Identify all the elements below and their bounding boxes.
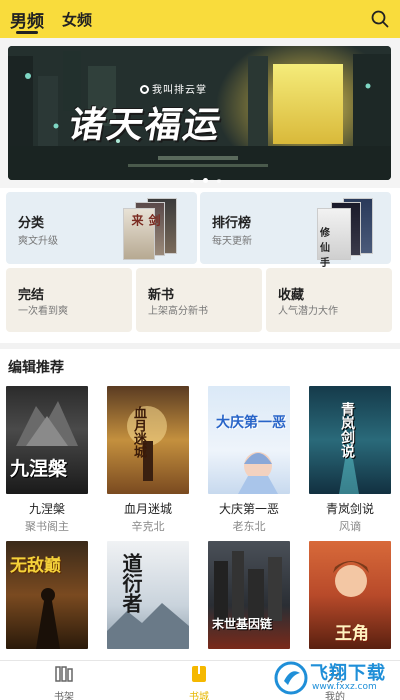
book-cover: 道衍者 [107, 541, 189, 649]
category-card-new-books[interactable]: 新书 上架高分新书 [136, 268, 262, 332]
card-title: 收藏 [278, 288, 305, 303]
book-author: 聚书阁主 [25, 520, 69, 533]
book-title: 血月迷城 [123, 502, 172, 516]
card-title: 完结 [18, 288, 45, 303]
nav-label: 书城 [189, 692, 209, 700]
card-title: 分类 [18, 216, 45, 231]
tab-male[interactable]: 男频 [10, 7, 44, 32]
category-card-favorites[interactable]: 收藏 人气潜力大作 [266, 268, 392, 332]
carousel-dot [190, 179, 194, 183]
card-subtitle: 爽文升级 [18, 236, 58, 247]
book-cover: 青岚剑说 [309, 386, 391, 494]
search-icon[interactable] [370, 9, 390, 29]
category-card-completed[interactable]: 完结 一次看到爽 [6, 268, 132, 332]
site-watermark: 飞翔下载 www.fxxz.com [272, 655, 400, 700]
category-card-classify[interactable]: 分类 爽文升级 剑来 [6, 192, 197, 264]
section-title: 编辑推荐 [8, 360, 64, 376]
book-author: 风谪 [339, 520, 361, 533]
book-author: 辛克北 [131, 520, 165, 533]
book-cover: 无敌巅 [6, 541, 88, 649]
card-subtitle: 每天更新 [212, 236, 252, 247]
bookshelf-icon [55, 666, 73, 682]
banner-carousel[interactable]: 我叫排云掌 诸天福运 [8, 46, 391, 180]
book-cover: 血月迷城 [107, 386, 189, 494]
top-bar: 男频 女频 [0, 0, 400, 38]
book-title: 大庆第一恶 [218, 502, 279, 516]
card-title: 排行榜 [212, 216, 252, 231]
book-cover: 九涅槃 [6, 386, 88, 494]
section-divider [0, 343, 400, 349]
card-subtitle: 人气潜力大作 [278, 306, 338, 317]
carousel-dot-active [203, 178, 209, 183]
book-title: 青岚剑说 [325, 502, 374, 516]
banner-subtitle: 我叫排云掌 [140, 81, 207, 96]
watermark-url: www.fxxz.com [312, 682, 377, 692]
nav-label: 书架 [54, 692, 74, 700]
watermark-logo-icon [274, 661, 308, 695]
card-subtitle: 一次看到爽 [18, 306, 68, 317]
tab-female[interactable]: 女频 [62, 9, 92, 30]
banner-title: 诸天福运 [65, 105, 226, 146]
nav-bookstore[interactable]: 书城 [169, 665, 229, 700]
book-cover: 末世基因链 [208, 541, 290, 649]
book-cover: 大庆第一恶 [208, 386, 290, 494]
nav-bookshelf[interactable]: 书架 [34, 665, 94, 700]
category-card-ranking[interactable]: 排行榜 每天更新 修仙手 [200, 192, 391, 269]
carousel-dot [217, 179, 222, 183]
book-title: 九涅槃 [28, 502, 65, 516]
card-title: 新书 [148, 288, 175, 303]
carousel-dots [190, 168, 225, 187]
book-author: 老东北 [232, 520, 266, 533]
card-subtitle: 上架高分新书 [148, 306, 208, 317]
book-cover: 王角 [309, 541, 391, 649]
bookstore-icon [192, 666, 206, 682]
active-tab-indicator [16, 31, 38, 34]
